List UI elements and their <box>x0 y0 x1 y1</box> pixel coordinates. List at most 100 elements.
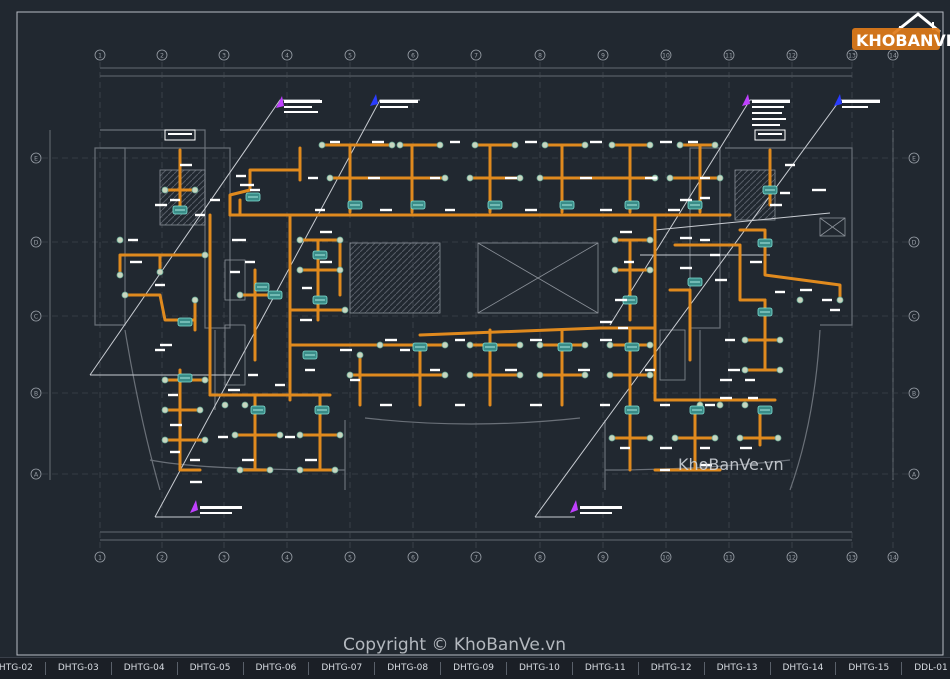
diffuser-icon <box>116 271 124 279</box>
diffuser-icon <box>296 236 304 244</box>
diffuser-icon <box>221 401 229 409</box>
layout-tab-dhtg-02[interactable]: DHTG-02 <box>0 658 45 679</box>
diffuser-icon <box>741 401 749 409</box>
grid-bubble-col: 14 <box>887 551 899 563</box>
diffuser-icon <box>201 251 209 259</box>
layout-tab-bar: DHTG-02DHTG-03DHTG-04DHTG-05DHTG-06DHTG-… <box>0 657 950 679</box>
layout-tab-dhtg-07[interactable]: DHTG-07 <box>309 658 374 679</box>
grid-bubble-col: 2 <box>156 49 168 61</box>
grid-bubble-col: 11 <box>723 551 735 563</box>
label-text-bar <box>380 208 392 212</box>
diffuser-icon <box>646 141 654 149</box>
layout-tab-dhtg-12[interactable]: DHTG-12 <box>639 658 704 679</box>
label-text-bar <box>600 338 612 342</box>
label-text-bar <box>368 176 380 180</box>
label-text-bar <box>168 393 178 397</box>
callout-tags <box>164 94 880 514</box>
label-text-bar <box>680 266 692 270</box>
layout-tab-ddl-01[interactable]: DDL-01 <box>902 658 950 679</box>
khobanve-logo: KHOBANVE <box>852 12 950 50</box>
grid-col-label: 9 <box>601 555 605 562</box>
label-text-bar <box>505 176 517 180</box>
tag-flag-icon <box>742 94 750 106</box>
label-text-bar <box>445 208 455 212</box>
grid-col-label: 2 <box>160 555 164 562</box>
layout-tab-dhtg-13[interactable]: DHTG-13 <box>705 658 770 679</box>
diffuser-icon <box>711 434 719 442</box>
grid-bubble-col: 6 <box>407 551 419 563</box>
diffuser-icon <box>191 296 199 304</box>
indoor-unit-icon <box>312 295 328 305</box>
label-text-bar <box>160 343 172 347</box>
diffuser-icon <box>161 376 169 384</box>
indoor-unit-icon <box>624 405 640 415</box>
grid-bubble-row: E <box>30 152 42 164</box>
diffusers <box>116 141 844 474</box>
label-text-bar <box>230 270 240 274</box>
refrigerant-pipes <box>118 143 842 472</box>
grid-bubble-col: 4 <box>281 49 293 61</box>
layout-tab-dhtg-03[interactable]: DHTG-03 <box>46 658 111 679</box>
label-text-bar <box>750 260 762 264</box>
diffuser-icon <box>231 431 239 439</box>
label-text-bar <box>530 403 542 407</box>
grid-row-label: D <box>912 240 917 247</box>
diffuser-icon <box>331 466 339 474</box>
layout-tab-dhtg-05[interactable]: DHTG-05 <box>178 658 243 679</box>
diffuser-icon <box>736 434 744 442</box>
layout-tab-dhtg-04[interactable]: DHTG-04 <box>112 658 177 679</box>
label-text-bar <box>350 378 360 382</box>
label-text-bar <box>190 458 200 462</box>
label-text-bar <box>525 140 537 144</box>
diffuser-icon <box>511 141 519 149</box>
grid-bubble-col: 4 <box>281 551 293 563</box>
diffuser-icon <box>646 266 654 274</box>
cad-drawing-canvas[interactable]: 11223344556677889910101111121213131414E E… <box>0 0 950 657</box>
label-text-bar <box>680 198 692 202</box>
indoor-unit-icon <box>312 250 328 260</box>
logo-text: KHOBANVE <box>856 31 950 50</box>
grid-bubble-col: 8 <box>534 551 546 563</box>
indoor-unit-icon <box>757 307 773 317</box>
diffuser-icon <box>606 341 614 349</box>
label-text-bar <box>600 320 612 324</box>
layout-tab-dhtg-11[interactable]: DHTG-11 <box>573 658 638 679</box>
layout-tab-dhtg-10[interactable]: DHTG-10 <box>507 658 572 679</box>
diffuser-icon <box>776 336 784 344</box>
grid-col-label: 11 <box>725 555 733 562</box>
label-text-bar <box>455 403 465 407</box>
grid-col-label: 1 <box>98 53 102 60</box>
grid-col-label: 7 <box>474 555 478 562</box>
label-text-bar <box>400 348 410 352</box>
watermark-site: KhoBanVe.vn <box>678 455 784 474</box>
diffuser-icon <box>201 376 209 384</box>
layout-tab-dhtg-09[interactable]: DHTG-09 <box>441 658 506 679</box>
indoor-unit-icon <box>687 200 703 210</box>
layout-tab-dhtg-06[interactable]: DHTG-06 <box>244 658 309 679</box>
label-text-bar <box>800 288 812 292</box>
diffuser-icon <box>646 371 654 379</box>
grid-row-label: E <box>912 156 916 163</box>
label-text-bar <box>155 348 165 352</box>
diffuser-icon <box>516 174 524 182</box>
diffuser-icon <box>161 186 169 194</box>
grid-bubble-col: 11 <box>723 49 735 61</box>
layout-tab-dhtg-08[interactable]: DHTG-08 <box>375 658 440 679</box>
grid-bubble-col: 12 <box>786 551 798 563</box>
label-text-bar <box>340 348 352 352</box>
label-text-bar <box>624 260 634 264</box>
grid-row-label: D <box>34 240 39 247</box>
label-text-bar <box>320 260 332 264</box>
label-text-bar <box>668 208 680 212</box>
grid-row-label: C <box>912 314 916 321</box>
indoor-unit-icon <box>687 277 703 287</box>
layout-tab-dhtg-15[interactable]: DHTG-15 <box>836 658 901 679</box>
label-text-bar <box>620 446 630 450</box>
diffuser-icon <box>341 306 349 314</box>
grid-col-label: 10 <box>662 555 670 562</box>
label-text-bar <box>830 308 840 312</box>
layout-tab-dhtg-14[interactable]: DHTG-14 <box>771 658 836 679</box>
grid-col-label: 12 <box>788 53 796 60</box>
label-text-bar <box>248 373 258 377</box>
grid-row-label: A <box>34 472 39 479</box>
